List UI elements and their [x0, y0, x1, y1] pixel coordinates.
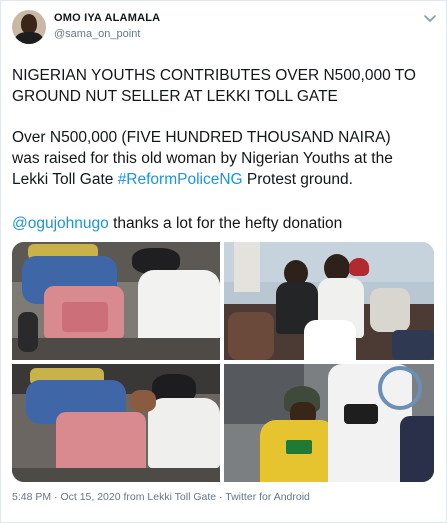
footer-from: from [120, 491, 148, 503]
hashtag-link[interactable]: #ReformPoliceNG [118, 171, 243, 188]
tweet-mention-line: @ogujohnugo thanks a lot for the hefty d… [12, 213, 440, 234]
tweet-source[interactable]: Twitter for Android [225, 491, 310, 503]
author-name[interactable]: OMO IYA ALAMALA [54, 12, 160, 24]
tweet-location[interactable]: Lekki Toll Gate [147, 491, 216, 503]
author-handle[interactable]: @sama_on_point [54, 28, 140, 40]
footer-separator: · [216, 491, 226, 503]
photo-grid [12, 242, 434, 482]
headline-line: NIGERIAN YOUTHS CONTRIBUTES OVER N500,00… [12, 67, 416, 84]
tweet-body: Over N500,000 (FIVE HUNDRED THOUSAND NAI… [12, 127, 440, 190]
photo-youths-group[interactable] [224, 242, 434, 360]
tweet-footer: 5:48 PM · Oct 15, 2020 from Lekki Toll G… [12, 491, 310, 503]
tweet-headline: NIGERIAN YOUTHS CONTRIBUTES OVER N500,00… [12, 65, 440, 107]
body-text: Lekki Toll Gate [12, 171, 118, 188]
chevron-down-icon[interactable] [422, 10, 438, 26]
tweet-card: OMO IYA ALAMALA @sama_on_point NIGERIAN … [0, 0, 447, 523]
mention-link[interactable]: @ogujohnugo [12, 215, 109, 232]
body-line: Over N500,000 (FIVE HUNDRED THOUSAND NAI… [12, 129, 391, 146]
avatar[interactable] [12, 10, 46, 44]
tweet-date[interactable]: Oct 15, 2020 [60, 491, 120, 503]
mention-text: thanks a lot for the hefty donation [108, 215, 343, 232]
tweet-time[interactable]: 5:48 PM [12, 491, 51, 503]
photo-woman-seated-left[interactable] [12, 242, 220, 360]
body-line: Lekki Toll Gate #ReformPoliceNG Protest … [12, 169, 440, 190]
photo-woman-seated-closeup[interactable] [12, 364, 220, 482]
body-line: was raised for this old woman by Nigeria… [12, 150, 393, 167]
body-text: Protest ground. [242, 171, 353, 188]
photo-man-yellow-shirt[interactable] [224, 364, 434, 482]
headline-line: GROUND NUT SELLER AT LEKKI TOLL GATE [12, 88, 338, 105]
